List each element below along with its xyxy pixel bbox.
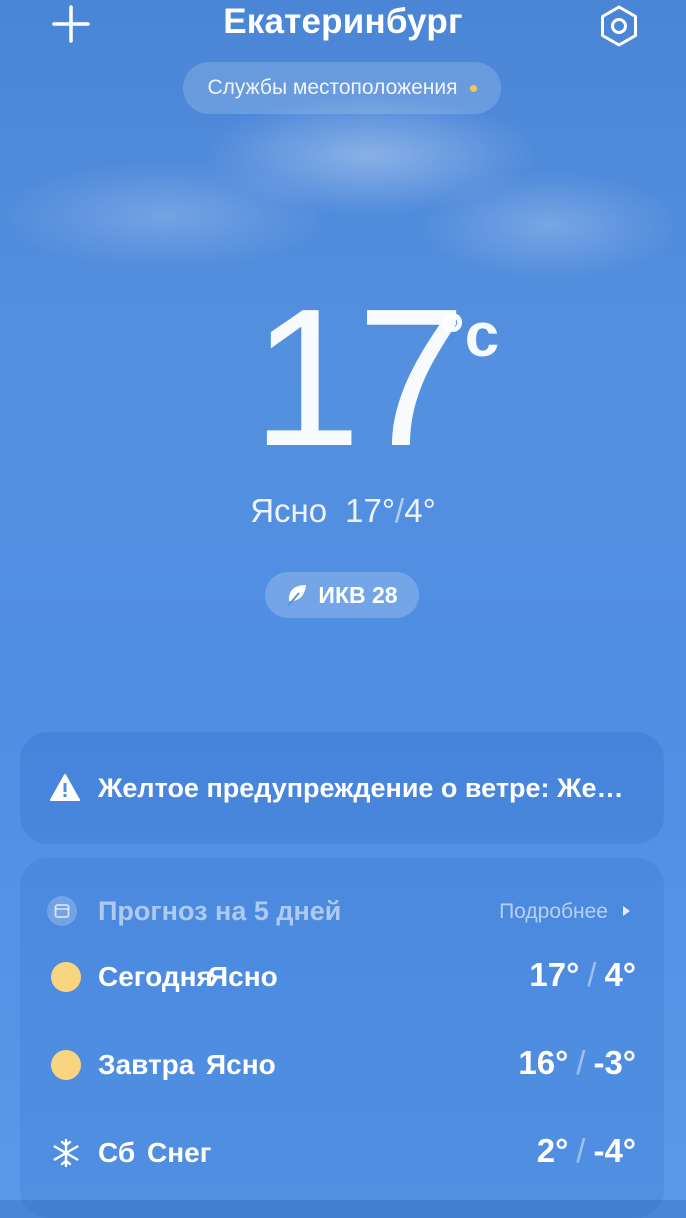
sun-icon bbox=[51, 962, 81, 992]
forecast-temps: 16° / -3° bbox=[518, 1044, 636, 1081]
forecast-low: -3° bbox=[593, 1044, 636, 1081]
forecast-title: Прогноз на 5 дней bbox=[98, 896, 342, 926]
snowflake-icon bbox=[53, 1138, 79, 1168]
current-high: 17° bbox=[345, 492, 396, 529]
location-status-dot bbox=[469, 84, 477, 92]
forecast-low: 4° bbox=[604, 956, 636, 993]
forecast-high: 2° bbox=[536, 1132, 569, 1169]
forecast-high: 17° bbox=[529, 956, 580, 993]
aqi-label: ИКВ 28 bbox=[318, 581, 398, 608]
temperature-unit: °c bbox=[440, 301, 500, 370]
five-day-forecast-card: Прогноз на 5 дней Подробнее Сегодня Ясно… bbox=[20, 858, 664, 1218]
forecast-day: Сб bbox=[98, 1137, 136, 1168]
settings-icon[interactable] bbox=[598, 5, 640, 47]
location-services-pill[interactable]: Службы местоположения bbox=[183, 62, 501, 114]
cloud-decoration bbox=[0, 160, 330, 270]
wind-alert-card[interactable]: Желтое предупреждение о ветре: Желтое пр… bbox=[20, 732, 664, 844]
forecast-row[interactable]: Сегодня Ясно 17°/4° bbox=[20, 956, 664, 1006]
forecast-row[interactable]: Завтра Ясно 16° / -3° bbox=[20, 1044, 664, 1094]
forecast-day: Сегодня bbox=[98, 961, 213, 992]
chevron-right-icon[interactable] bbox=[623, 906, 630, 916]
location-services-label: Службы местоположения bbox=[207, 76, 458, 99]
forecast-condition: Снег bbox=[147, 1137, 212, 1168]
current-temperature: 17 bbox=[252, 268, 466, 487]
alert-text: Желтое предупреждение о ветре: Желтое пр… bbox=[98, 772, 628, 803]
forecast-condition: Ясно bbox=[206, 1049, 276, 1080]
forecast-more-link[interactable]: Подробнее bbox=[499, 900, 608, 924]
top-bar: Екатеринбург bbox=[0, 0, 686, 60]
aqi-pill[interactable]: ИКВ 28 bbox=[265, 572, 419, 618]
current-condition: Ясно bbox=[250, 492, 328, 529]
sun-icon bbox=[51, 1050, 81, 1080]
cloud-decoration bbox=[420, 170, 680, 280]
forecast-header: Прогноз на 5 дней Подробнее bbox=[20, 892, 664, 932]
warning-icon bbox=[50, 774, 80, 801]
calendar-icon bbox=[47, 896, 77, 926]
forecast-low: -4° bbox=[593, 1132, 636, 1169]
forecast-day: Завтра bbox=[98, 1049, 195, 1080]
leaf-icon bbox=[287, 585, 307, 607]
current-summary: Ясно 17°/4° bbox=[250, 492, 436, 529]
forecast-high: 16° bbox=[518, 1044, 569, 1081]
city-title[interactable]: Екатеринбург bbox=[0, 2, 686, 42]
forecast-temps: 2° / -4° bbox=[536, 1132, 636, 1169]
forecast-condition: Ясно bbox=[208, 961, 278, 992]
forecast-row[interactable]: Сб Снег 2° / -4° bbox=[20, 1132, 664, 1182]
forecast-temps: 17°/4° bbox=[529, 956, 636, 993]
current-low: 4° bbox=[404, 492, 436, 529]
